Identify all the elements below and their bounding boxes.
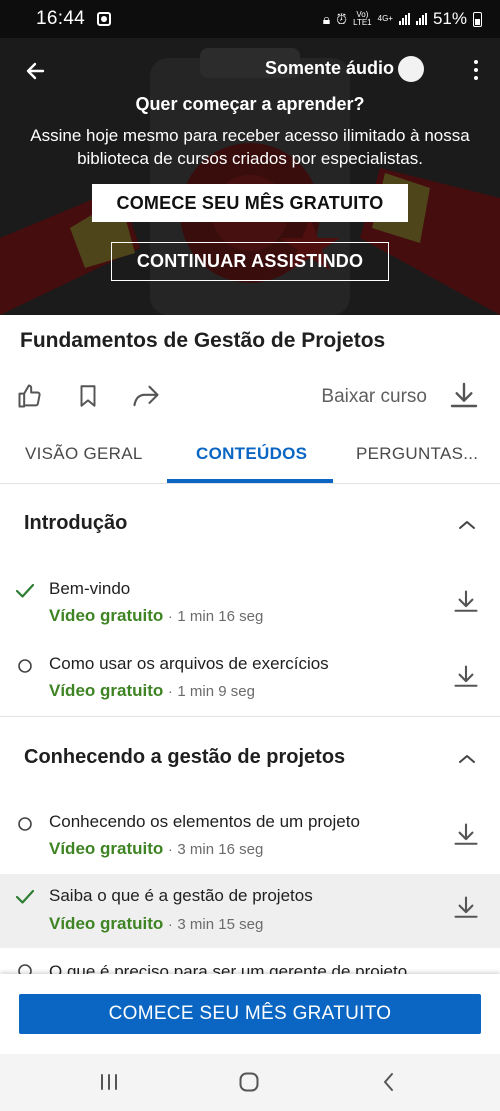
lesson-duration: 1 min 9 seg <box>177 683 255 700</box>
download-icon[interactable] <box>452 663 480 691</box>
continue-watching-button[interactable]: CONTINUAR ASSISTINDO <box>111 242 389 281</box>
back-nav-button[interactable] <box>374 1068 404 1096</box>
lesson-duration: 3 min 16 seg <box>177 841 264 858</box>
lesson-duration: 1 min 16 seg <box>177 608 264 625</box>
like-button[interactable] <box>14 380 46 412</box>
lesson-meta: Vídeo gratuito · 3 min 16 seg <box>49 839 263 859</box>
lesson-title: Bem-vindo <box>49 579 131 598</box>
chevron-left-icon <box>384 1073 393 1091</box>
circle-icon <box>14 813 36 835</box>
free-video-badge: Vídeo gratuito <box>49 606 164 625</box>
bookmark-icon <box>80 385 96 407</box>
free-video-badge: Vídeo gratuito <box>49 839 164 858</box>
circle-icon <box>14 960 36 974</box>
download-icon[interactable] <box>452 821 480 849</box>
lesson-meta: Vídeo gratuito · 3 min 15 seg <box>49 914 263 934</box>
more-vertical-icon <box>474 60 478 64</box>
meta-separator: · <box>168 841 173 857</box>
check-icon <box>14 580 36 602</box>
promo-description: Assine hoje mesmo para receber acesso il… <box>30 126 470 168</box>
thumbs-up-icon <box>18 384 41 408</box>
free-video-badge: Vídeo gratuito <box>49 914 164 933</box>
chevron-up-icon[interactable] <box>456 750 478 768</box>
course-tabs: VISÃO GERAL CONTEÚDOS PERGUNTAS... <box>0 432 500 484</box>
recent-apps-icon <box>101 1074 117 1090</box>
volte-indicator: Vo) LTE1 <box>353 11 372 27</box>
lesson-duration: 3 min 15 seg <box>177 916 264 933</box>
home-button[interactable] <box>234 1068 264 1096</box>
tab-questions[interactable]: PERGUNTAS... <box>356 444 478 464</box>
section-header-introduction[interactable]: Introdução <box>0 506 500 546</box>
battery-icon <box>473 11 482 27</box>
download-course-label[interactable]: Baixar curso <box>321 386 427 408</box>
home-icon <box>239 1072 259 1092</box>
video-promo-overlay: Somente áudio Quer começar a aprender? A… <box>0 38 500 315</box>
active-tab-indicator <box>167 479 333 483</box>
lesson-title: Saiba o que é a gestão de projetos <box>49 886 313 905</box>
meta-separator: · <box>168 683 173 699</box>
course-actions: Baixar curso <box>0 376 500 418</box>
meta-separator: · <box>168 916 173 932</box>
lesson-item[interactable]: Saiba o que é a gestão de projetos Vídeo… <box>0 874 500 948</box>
circle-icon <box>14 655 36 677</box>
signal-icon <box>398 13 410 25</box>
download-icon[interactable] <box>452 894 480 922</box>
signal-icon-2 <box>415 13 427 25</box>
lesson-item[interactable]: Como usar os arquivos de exercícios Víde… <box>0 649 500 723</box>
section-title: Conhecendo a gestão de projetos <box>24 746 346 768</box>
tab-contents[interactable]: CONTEÚDOS <box>196 444 307 464</box>
lesson-meta: Vídeo gratuito · 1 min 16 seg <box>49 606 263 626</box>
section-divider <box>0 716 500 717</box>
lesson-item[interactable]: Bem-vindo Vídeo gratuito · 1 min 16 seg <box>0 574 500 648</box>
alarm-icon: ⏰︎ <box>336 10 348 27</box>
lesson-title: Conhecendo os elementos de um projeto <box>49 812 360 831</box>
share-icon <box>133 385 159 407</box>
start-free-month-cta-button[interactable]: COMECE SEU MÊS GRATUITO <box>19 994 481 1034</box>
lte-label: LTE1 <box>353 18 372 27</box>
free-video-badge: Vídeo gratuito <box>49 681 164 700</box>
start-free-month-button[interactable]: COMECE SEU MÊS GRATUITO <box>92 184 408 222</box>
battery-percent: 51% <box>432 9 467 28</box>
lock-icon: 🔒︎ <box>322 10 331 27</box>
lesson-meta: Vídeo gratuito · 1 min 9 seg <box>49 681 255 701</box>
system-navigation-bar <box>0 1054 500 1111</box>
status-time: 16:44 <box>36 8 86 29</box>
section-header-project-management[interactable]: Conhecendo a gestão de projetos <box>0 740 500 780</box>
lesson-item-partial[interactable]: O que é preciso para ser um gerente de p… <box>0 958 500 974</box>
back-button[interactable] <box>18 54 52 88</box>
recent-apps-button[interactable] <box>94 1068 124 1096</box>
download-icon[interactable] <box>448 380 480 412</box>
audio-only-label: Somente áudio <box>264 58 394 78</box>
more-options-button[interactable] <box>466 54 486 86</box>
promo-title: Quer começar a aprender? <box>135 94 365 114</box>
notification-app-icon <box>97 12 112 26</box>
chevron-up-icon[interactable] <box>456 516 478 534</box>
status-indicators: 🔒︎ ⏰︎ Vo) LTE1 4G+ 51% <box>323 9 482 29</box>
check-icon <box>14 886 36 908</box>
share-button[interactable] <box>130 380 162 412</box>
lesson-item[interactable]: Conhecendo os elementos de um projeto Ví… <box>0 807 500 881</box>
tab-overview[interactable]: VISÃO GERAL <box>25 444 143 464</box>
course-title: Fundamentos de Gestão de Projetos <box>20 329 386 352</box>
download-icon[interactable] <box>452 588 480 616</box>
status-bar: 16:44 🔒︎ ⏰︎ Vo) LTE1 4G+ 51% <box>0 0 500 38</box>
section-title: Introdução <box>24 512 128 534</box>
network-type: 4G+ <box>377 14 393 23</box>
lesson-title: Como usar os arquivos de exercícios <box>49 654 329 673</box>
bottom-cta-bar: COMECE SEU MÊS GRATUITO <box>0 974 500 1054</box>
audio-only-toggle[interactable] <box>398 56 424 82</box>
lesson-title: O que é preciso para ser um gerente de p… <box>49 962 408 974</box>
arrow-left-icon <box>26 62 45 80</box>
meta-separator: · <box>168 608 173 624</box>
save-button[interactable] <box>72 380 104 412</box>
